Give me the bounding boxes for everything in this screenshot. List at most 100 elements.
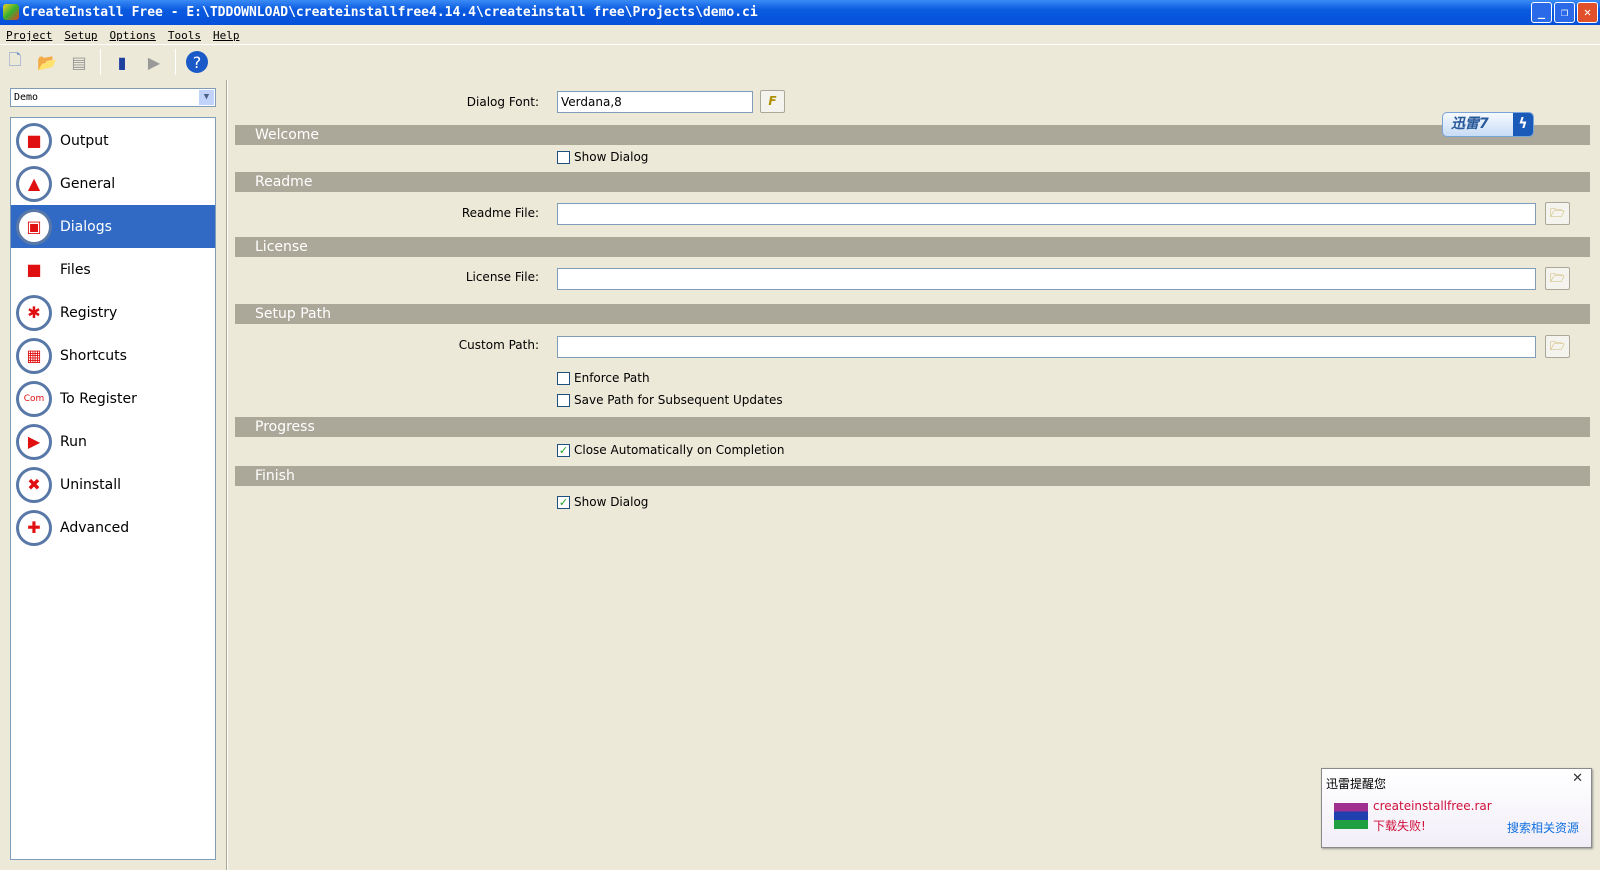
nav-label: Dialogs: [60, 218, 112, 235]
enforce-path-checkbox[interactable]: Enforce Path: [557, 371, 650, 385]
shortcuts-icon: ▦: [16, 337, 52, 374]
checkbox[interactable]: [557, 393, 570, 407]
menu-project[interactable]: Project: [6, 26, 52, 44]
app-icon: [3, 4, 19, 20]
nav-item-output[interactable]: ■ Output: [11, 119, 215, 162]
browse-folder-icon[interactable]: 🗁: [1545, 202, 1570, 225]
checkbox-label: Show Dialog: [574, 150, 649, 164]
rar-archive-icon: [1334, 803, 1368, 829]
nav-label: Registry: [60, 304, 118, 321]
files-icon: ■: [16, 251, 52, 288]
toolbar-separator: [175, 49, 176, 75]
general-icon: ▲: [16, 165, 52, 202]
save-path-checkbox[interactable]: Save Path for Subsequent Updates: [557, 393, 783, 407]
checkbox-label: Enforce Path: [574, 371, 650, 385]
xunlei-logo-text: 迅雷7: [1451, 116, 1489, 132]
help-icon[interactable]: ?: [186, 51, 208, 73]
license-file-label: License File:: [465, 270, 539, 284]
checkbox-checked[interactable]: ✓: [557, 443, 570, 457]
nav-label: Files: [60, 261, 91, 278]
nav-item-general[interactable]: ▲ General: [11, 162, 215, 205]
run-icon: ▶: [16, 423, 52, 460]
title-bar: CreateInstall Free - E:\TDDOWNLOAD\creat…: [0, 0, 1600, 25]
nav-label: Output: [60, 132, 109, 149]
nav-item-dialogs[interactable]: ▣ Dialogs: [11, 205, 215, 248]
close-automatically-checkbox[interactable]: ✓ Close Automatically on Completion: [557, 443, 784, 457]
license-file-input[interactable]: [557, 268, 1536, 290]
section-progress: Progress: [235, 417, 1590, 437]
project-select-value: Demo: [14, 92, 39, 103]
dialogs-panel: Dialog Font: Verdana,8 F Welcome Show Di…: [235, 80, 1590, 860]
nav-label: Run: [60, 433, 87, 450]
readme-file-label: Readme File:: [461, 206, 539, 220]
welcome-show-dialog-checkbox[interactable]: Show Dialog: [557, 150, 648, 164]
nav-item-to-register[interactable]: Com To Register: [11, 377, 215, 420]
register-icon: Com: [16, 380, 52, 417]
checkbox-label: Save Path for Subsequent Updates: [574, 393, 783, 407]
notification-filename[interactable]: createinstallfree.rar: [1373, 799, 1492, 813]
output-icon: ■: [16, 122, 52, 159]
checkbox-label: Close Automatically on Completion: [574, 443, 785, 457]
custom-path-input[interactable]: [557, 336, 1536, 358]
uninstall-icon: ✖: [16, 466, 52, 503]
notification-title: 迅雷提醒您: [1326, 777, 1387, 791]
nav-label: To Register: [60, 390, 137, 407]
download-notification: 迅雷提醒您 ✕ createinstallfree.rar 下载失败! 搜索相关…: [1321, 768, 1592, 848]
close-icon[interactable]: ✕: [1572, 771, 1583, 786]
checkbox[interactable]: [557, 371, 570, 385]
dialogs-icon: ▣: [16, 208, 52, 245]
nav-item-shortcuts[interactable]: ▦ Shortcuts: [11, 334, 215, 377]
readme-file-input[interactable]: [557, 203, 1536, 225]
menu-bar: Project Setup Options Tools Help: [0, 26, 1600, 45]
dialog-font-label: Dialog Font:: [466, 95, 539, 109]
nav-item-registry[interactable]: ✱ Registry: [11, 291, 215, 334]
project-select[interactable]: Demo ▼: [10, 88, 216, 107]
dialog-font-field[interactable]: Verdana,8: [557, 91, 753, 113]
run-icon[interactable]: ▶: [143, 51, 165, 73]
nav-label: Uninstall: [60, 476, 122, 493]
lightning-icon: ϟ: [1513, 113, 1533, 136]
close-button[interactable]: ✕: [1577, 2, 1598, 23]
browse-folder-icon[interactable]: 🗁: [1545, 335, 1570, 358]
nav-list: ■ Output ▲ General ▣ Dialogs ■ Files ✱ Regist…: [10, 117, 216, 860]
menu-tools[interactable]: Tools: [168, 26, 201, 44]
checkbox-label: Show Dialog: [574, 495, 649, 509]
advanced-icon: ✚: [16, 509, 52, 546]
section-finish: Finish: [235, 466, 1590, 486]
xunlei-badge[interactable]: 迅雷7 ϟ: [1442, 112, 1534, 137]
nav-item-files[interactable]: ■ Files: [11, 248, 215, 291]
font-picker-button[interactable]: F: [760, 90, 785, 113]
build-icon[interactable]: ▮: [111, 51, 133, 73]
splitter[interactable]: [226, 80, 228, 870]
nav-label: General: [60, 175, 116, 192]
chevron-down-icon[interactable]: ▼: [199, 90, 214, 105]
search-resources-link[interactable]: 搜索相关资源: [1507, 819, 1579, 836]
new-file-icon[interactable]: 🗋: [4, 50, 26, 73]
menu-help[interactable]: Help: [213, 26, 240, 44]
restore-button[interactable]: ❐: [1554, 2, 1575, 23]
nav-label: Shortcuts: [60, 347, 127, 364]
properties-icon[interactable]: ▤: [68, 51, 90, 73]
toolbar: 🗋 📂 ▤ ▮ ▶ ?: [4, 47, 208, 77]
registry-icon: ✱: [16, 294, 52, 331]
checkbox[interactable]: [557, 150, 570, 164]
section-license: License: [235, 237, 1590, 257]
notification-status: 下载失败!: [1373, 819, 1426, 833]
nav-item-run[interactable]: ▶ Run: [11, 420, 215, 463]
section-welcome: Welcome: [235, 125, 1590, 145]
nav-item-uninstall[interactable]: ✖ Uninstall: [11, 463, 215, 506]
nav-item-advanced[interactable]: ✚ Advanced: [11, 506, 215, 549]
finish-show-dialog-checkbox[interactable]: ✓ Show Dialog: [557, 495, 648, 509]
checkbox-checked[interactable]: ✓: [557, 495, 570, 509]
nav-label: Advanced: [60, 519, 130, 536]
section-readme: Readme: [235, 172, 1590, 192]
window-title: CreateInstall Free - E:\TDDOWNLOAD\creat…: [22, 5, 758, 20]
custom-path-label: Custom Path:: [458, 338, 539, 352]
toolbar-separator: [100, 49, 101, 75]
minimize-button[interactable]: _: [1531, 2, 1552, 23]
menu-setup[interactable]: Setup: [64, 26, 97, 44]
menu-options[interactable]: Options: [109, 26, 155, 44]
section-setup-path: Setup Path: [235, 304, 1590, 324]
open-folder-icon[interactable]: 📂: [36, 51, 58, 73]
browse-folder-icon[interactable]: 🗁: [1545, 267, 1570, 290]
